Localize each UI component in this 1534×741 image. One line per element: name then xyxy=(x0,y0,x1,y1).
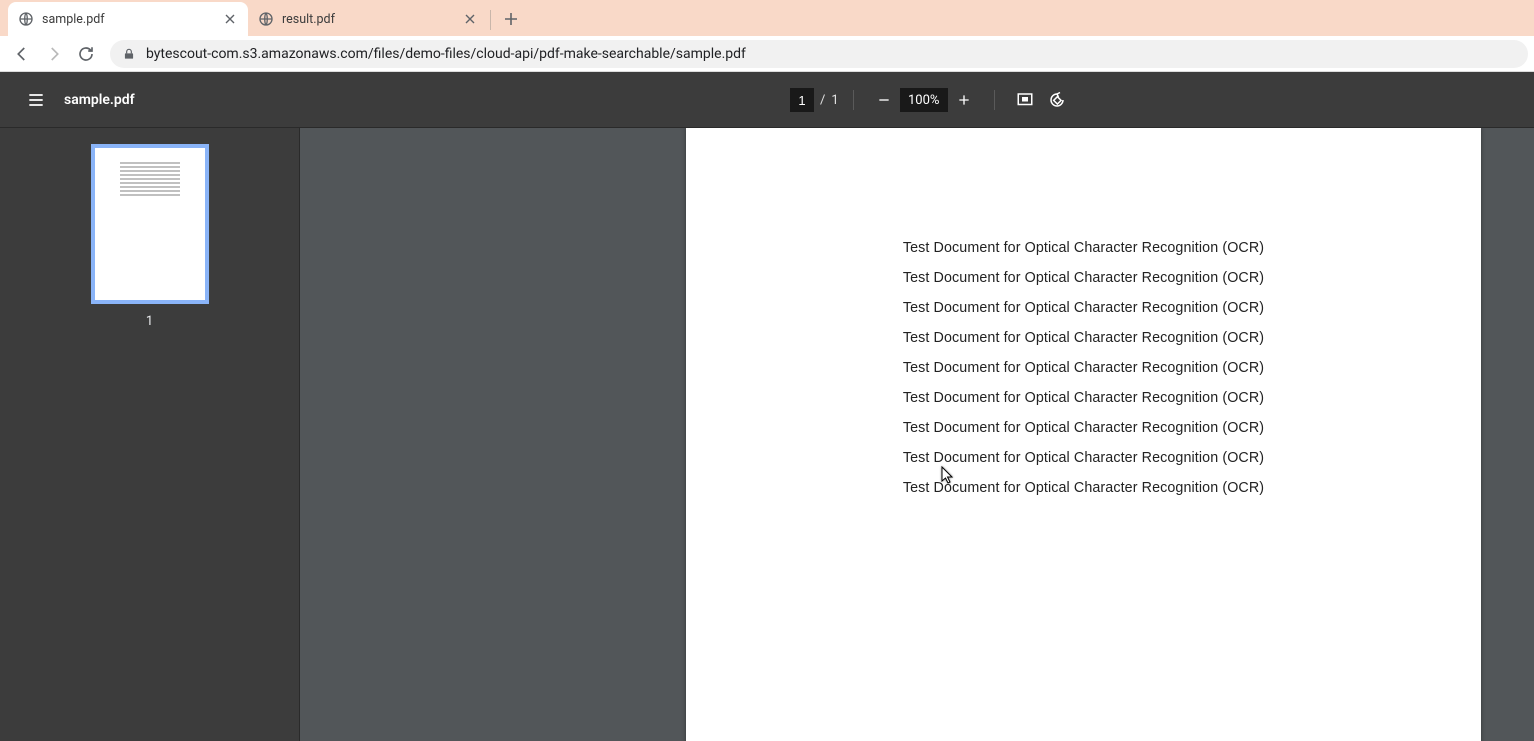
browser-tab-active[interactable]: sample.pdf xyxy=(8,2,248,36)
document-text-line: Test Document for Optical Character Reco… xyxy=(903,360,1264,376)
lock-icon xyxy=(122,47,136,61)
forward-button[interactable] xyxy=(38,38,70,70)
pdf-page: Test Document for Optical Character Reco… xyxy=(686,128,1481,741)
fit-page-button[interactable] xyxy=(1009,84,1041,116)
page-total: 1 xyxy=(831,93,838,108)
page-thumbnail[interactable] xyxy=(91,144,209,304)
document-text-line: Test Document for Optical Character Reco… xyxy=(903,420,1264,436)
thumbnail-page-number: 1 xyxy=(146,314,153,329)
browser-toolbar: bytescout-com.s3.amazonaws.com/files/dem… xyxy=(0,36,1534,72)
document-text-line: Test Document for Optical Character Reco… xyxy=(903,240,1264,256)
zoom-out-button[interactable] xyxy=(868,84,900,116)
browser-tab-strip: sample.pdf result.pdf xyxy=(0,0,1534,36)
globe-icon xyxy=(18,11,34,27)
thumbnail-panel: 1 xyxy=(0,128,300,741)
document-text-line: Test Document for Optical Character Reco… xyxy=(903,330,1264,346)
pdf-toolbar: sample.pdf / 1 100% xyxy=(0,72,1534,128)
page-number-input[interactable] xyxy=(790,88,814,112)
pdf-filename: sample.pdf xyxy=(64,92,135,108)
close-icon[interactable] xyxy=(222,11,238,27)
tab-title: result.pdf xyxy=(282,12,462,27)
thumbnail-preview xyxy=(95,162,205,196)
close-icon[interactable] xyxy=(462,11,478,27)
globe-icon xyxy=(258,11,274,27)
document-text-line: Test Document for Optical Character Reco… xyxy=(903,480,1264,496)
reload-button[interactable] xyxy=(70,38,102,70)
url-text: bytescout-com.s3.amazonaws.com/files/dem… xyxy=(146,46,746,62)
address-bar[interactable]: bytescout-com.s3.amazonaws.com/files/dem… xyxy=(110,40,1528,68)
document-text-line: Test Document for Optical Character Reco… xyxy=(903,300,1264,316)
browser-tab[interactable]: result.pdf xyxy=(248,2,488,36)
document-text-line: Test Document for Optical Character Reco… xyxy=(903,450,1264,466)
document-text-line: Test Document for Optical Character Reco… xyxy=(903,270,1264,286)
zoom-level[interactable]: 100% xyxy=(900,88,948,112)
document-text-line: Test Document for Optical Character Reco… xyxy=(903,390,1264,406)
pdf-page-content: Test Document for Optical Character Reco… xyxy=(686,128,1481,496)
rotate-button[interactable] xyxy=(1041,84,1073,116)
page-viewport[interactable]: Test Document for Optical Character Reco… xyxy=(300,128,1534,741)
menu-icon[interactable] xyxy=(16,80,56,120)
back-button[interactable] xyxy=(6,38,38,70)
pdf-controls: / 1 100% xyxy=(790,72,1073,128)
tab-title: sample.pdf xyxy=(42,12,222,27)
new-tab-button[interactable] xyxy=(497,5,525,33)
page-separator: / xyxy=(820,93,825,108)
tab-divider xyxy=(490,10,491,30)
divider xyxy=(994,90,995,110)
divider xyxy=(853,90,854,110)
zoom-in-button[interactable] xyxy=(948,84,980,116)
pdf-body: 1 Test Document for Optical Character Re… xyxy=(0,128,1534,741)
